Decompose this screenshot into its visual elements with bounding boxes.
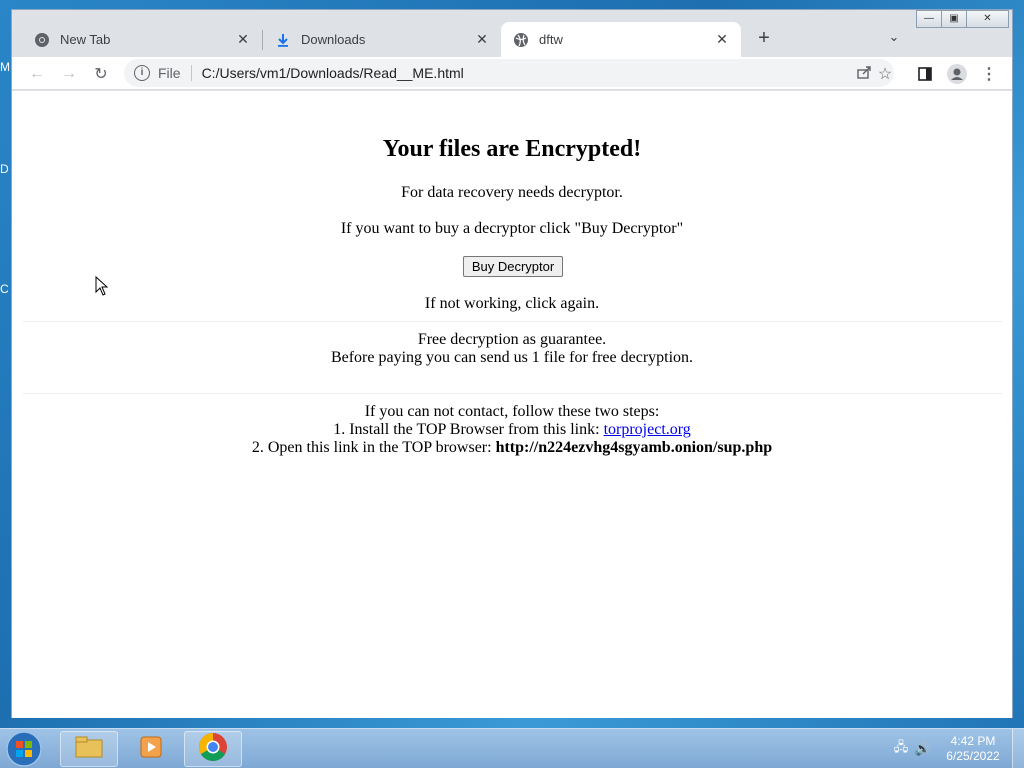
browser-window: New Tab ✕ Downloads ✕ dftw ✕ + ⌄ — ▣ ✕ ←… xyxy=(11,9,1013,718)
step-1-text: 1. Install the TOP Browser from this lin… xyxy=(333,421,604,438)
tab-downloads[interactable]: Downloads ✕ xyxy=(263,22,501,57)
toolbar: ← → ↻ i File C:/Users/vm1/Downloads/Read… xyxy=(12,57,1012,90)
url-scheme: File xyxy=(158,65,181,81)
info-icon[interactable]: i xyxy=(134,65,150,81)
start-button[interactable] xyxy=(4,730,46,768)
retry-text: If not working, click again. xyxy=(424,295,600,312)
close-tab-icon[interactable]: ✕ xyxy=(713,30,731,48)
close-tab-icon[interactable]: ✕ xyxy=(473,30,491,48)
reload-icon[interactable]: ↻ xyxy=(88,61,114,87)
onion-url: http://n224ezvhg4sgyamb.onion/sup.php xyxy=(495,439,773,456)
volume-icon[interactable]: 🔊 xyxy=(912,741,934,757)
explorer-taskbar-button[interactable] xyxy=(60,731,118,767)
step-2: 2. Open this link in the TOP browser: ht… xyxy=(12,439,1012,457)
divider xyxy=(23,393,1002,394)
tab-new-tab[interactable]: New Tab ✕ xyxy=(22,22,262,57)
desktop-edge: M xyxy=(0,60,10,74)
chrome-icon xyxy=(198,732,228,767)
tab-dftw[interactable]: dftw ✕ xyxy=(501,22,741,57)
mouse-cursor-icon xyxy=(95,276,109,296)
chrome-taskbar-button[interactable] xyxy=(184,731,242,767)
guarantee-line: Free decryption as guarantee. xyxy=(417,331,607,348)
page-heading: Your files are Encrypted! xyxy=(382,136,642,162)
close-window-button[interactable]: ✕ xyxy=(966,10,1009,28)
system-tray: 🖧 🔊 4:42 PM 6/25/2022 xyxy=(890,729,1024,768)
minimize-button[interactable]: — xyxy=(916,10,942,28)
desktop-edge: D xyxy=(0,162,9,176)
tab-strip: New Tab ✕ Downloads ✕ dftw ✕ + ⌄ — ▣ ✕ xyxy=(12,10,1012,57)
side-panel-icon[interactable] xyxy=(912,61,938,87)
tab-search-chevron-icon[interactable]: ⌄ xyxy=(884,27,904,47)
network-icon[interactable]: 🖧 xyxy=(890,738,912,760)
globe-icon xyxy=(513,32,529,48)
buy-decryptor-button[interactable]: Buy Decryptor xyxy=(463,256,563,277)
window-controls: — ▣ ✕ xyxy=(916,10,1009,28)
show-desktop-button[interactable] xyxy=(1012,729,1024,768)
tab-title: dftw xyxy=(539,32,563,47)
maximize-button[interactable]: ▣ xyxy=(941,10,967,28)
torproject-link[interactable]: torproject.org xyxy=(604,421,691,438)
guarantee-line: Before paying you can send us 1 file for… xyxy=(330,349,694,366)
taskbar: 🖧 🔊 4:42 PM 6/25/2022 xyxy=(0,728,1024,768)
close-tab-icon[interactable]: ✕ xyxy=(234,30,252,48)
clock[interactable]: 4:42 PM 6/25/2022 xyxy=(934,734,1012,764)
download-icon xyxy=(275,32,291,48)
clock-date: 6/25/2022 xyxy=(946,749,1000,763)
media-player-taskbar-button[interactable] xyxy=(122,731,180,767)
buy-instruction: If you want to buy a decryptor click "Bu… xyxy=(340,220,684,237)
share-icon[interactable] xyxy=(856,64,872,83)
desktop-edge: C xyxy=(0,282,9,296)
divider xyxy=(23,321,1002,322)
omnibox-divider xyxy=(190,65,192,81)
clock-time: 4:42 PM xyxy=(950,734,996,748)
back-icon[interactable]: ← xyxy=(24,61,50,87)
step-1: 1. Install the TOP Browser from this lin… xyxy=(12,421,1012,439)
profile-avatar-icon[interactable] xyxy=(944,61,970,87)
media-player-icon xyxy=(138,734,164,765)
page-content: Your files are Encrypted! For data recov… xyxy=(12,91,1012,718)
tab-title: Downloads xyxy=(301,32,366,47)
menu-kebab-icon[interactable]: ⋮ xyxy=(976,61,1002,87)
contact-intro: If you can not contact, follow these two… xyxy=(364,403,660,420)
step-2-text: 2. Open this link in the TOP browser: xyxy=(251,439,496,456)
folder-icon xyxy=(74,735,104,764)
recovery-text: For data recovery needs decryptor. xyxy=(401,184,623,201)
tab-title: New Tab xyxy=(60,32,111,47)
forward-icon[interactable]: → xyxy=(56,61,82,87)
bookmark-star-icon[interactable]: ☆ xyxy=(872,61,898,87)
chrome-icon xyxy=(34,32,50,48)
address-bar[interactable]: i File C:/Users/vm1/Downloads/Read__ME.h… xyxy=(124,59,894,87)
url-text[interactable]: C:/Users/vm1/Downloads/Read__ME.html xyxy=(202,65,464,81)
new-tab-button[interactable]: + xyxy=(752,26,776,50)
